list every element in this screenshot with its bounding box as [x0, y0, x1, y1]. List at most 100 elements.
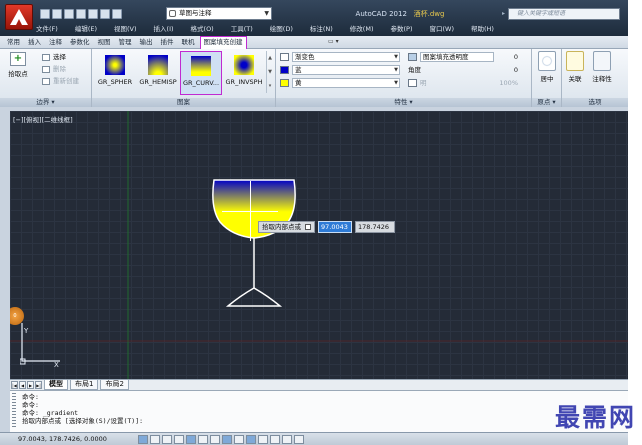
command-history-line: 命令: _gradient: [22, 409, 79, 417]
menu-parametric[interactable]: 参数(P): [390, 23, 412, 35]
dynamic-input-y[interactable]: 178.7426: [355, 221, 395, 233]
tab-insert[interactable]: 插入: [25, 36, 44, 49]
boundary-panel-title[interactable]: 边界 ▾: [0, 98, 91, 107]
gradient-color1-dropdown[interactable]: 蓝 ▼: [292, 65, 400, 75]
transparency-value[interactable]: 0: [496, 52, 518, 62]
search-input[interactable]: 键入关键字或短语: [502, 8, 620, 20]
pattern-panel-title: 图案: [92, 98, 275, 107]
menu-dimension[interactable]: 标注(N): [310, 23, 333, 35]
save-as-icon[interactable]: [76, 9, 86, 19]
axis-lines: [10, 111, 628, 379]
menu-draw[interactable]: 绘图(D): [270, 23, 293, 35]
tint-row: 明: [408, 78, 427, 88]
menu-window[interactable]: 窗口(W): [429, 23, 454, 35]
pattern-scroll[interactable]: ▲ ▼ ▾: [266, 51, 273, 93]
menu-insert[interactable]: 插入(I): [154, 23, 174, 35]
color2-swatch-icon: [280, 79, 289, 87]
remove-boundaries-button[interactable]: 删除: [42, 65, 66, 74]
tab-hatch-creation[interactable]: 图案填充创建: [199, 36, 247, 49]
print-icon[interactable]: [88, 9, 98, 19]
center-origin-button[interactable]: 居中: [537, 51, 557, 83]
coordinate-readout[interactable]: 97.0043, 178.7426, 0.0000: [18, 435, 107, 443]
command-grip[interactable]: [12, 393, 16, 429]
next-tab-icon[interactable]: ▶: [27, 381, 34, 389]
first-tab-icon[interactable]: |◀: [11, 381, 18, 389]
hatch-type-dropdown[interactable]: 渐变色 ▼: [292, 52, 400, 62]
open-file-icon[interactable]: [52, 9, 62, 19]
pattern-label: GR_CURV...: [182, 79, 220, 87]
workspace-value: 草图与注释: [179, 9, 212, 17]
hatch-type-value: 渐变色: [295, 53, 315, 61]
save-icon[interactable]: [64, 9, 74, 19]
snap-icon[interactable]: [150, 435, 160, 444]
gradient-color2-dropdown[interactable]: 黄 ▼: [292, 78, 400, 88]
select-objects-button[interactable]: 选择: [42, 53, 66, 62]
workspace-dropdown[interactable]: 草图与注释 ▼: [166, 7, 272, 20]
osnap-icon[interactable]: [198, 435, 208, 444]
layout-tab-bar: |◀ ◀ ▶ ▶| 模型 布局1 布局2: [10, 379, 628, 390]
last-tab-icon[interactable]: ▶|: [35, 381, 42, 389]
ducs-icon[interactable]: [234, 435, 244, 444]
pattern-swatch: [105, 55, 125, 75]
command-line[interactable]: 命令: 命令: 命令: _gradient 拾取内部点或 [选择对象(S)/设置…: [10, 390, 628, 432]
menu-view[interactable]: 视图(V): [114, 23, 137, 35]
dynamic-input-x[interactable]: 97.0043: [318, 221, 352, 233]
pattern-gr-invsph[interactable]: GR_INVSPH: [223, 51, 265, 93]
menu-edit[interactable]: 编辑(E): [75, 23, 97, 35]
menu-file[interactable]: 文件(F): [36, 23, 58, 35]
tab-online[interactable]: 联机: [179, 36, 198, 49]
menu-modify[interactable]: 修改(M): [350, 23, 374, 35]
tab-layout2[interactable]: 布局2: [100, 380, 129, 390]
pick-points-button[interactable]: + 拾取点: [4, 52, 32, 78]
undo-icon[interactable]: [100, 9, 110, 19]
properties-panel-title[interactable]: 特性 ▾: [276, 98, 531, 107]
file-name: 酒杯.dwg: [413, 10, 445, 18]
otrack-icon[interactable]: [222, 435, 232, 444]
menu-help[interactable]: 帮助(H): [471, 23, 494, 35]
tab-model[interactable]: 模型: [44, 380, 68, 390]
transparency-icon[interactable]: [270, 435, 280, 444]
associative-button[interactable]: 关联: [565, 51, 585, 83]
tab-layout1[interactable]: 布局1: [70, 380, 99, 390]
application-menu-button[interactable]: [5, 4, 33, 30]
dynamic-input-icon[interactable]: [246, 435, 256, 444]
chevron-down-icon: ▼: [394, 54, 398, 60]
annotative-button[interactable]: 注释性: [589, 51, 615, 83]
3d-osnap-icon[interactable]: [210, 435, 220, 444]
options-panel-title[interactable]: 选项: [562, 98, 628, 107]
grid-icon[interactable]: [162, 435, 172, 444]
selection-cycling-icon[interactable]: [294, 435, 304, 444]
transparency-dropdown[interactable]: 图案填充透明度: [420, 52, 494, 62]
redo-icon[interactable]: [112, 9, 122, 19]
pattern-gr-hemisp[interactable]: GR_HEMISP: [137, 51, 179, 93]
ribbon-minimize-toggle[interactable]: ▭ ▾: [328, 38, 339, 45]
tab-output[interactable]: 输出: [137, 36, 156, 49]
angle-value[interactable]: 0: [496, 65, 518, 75]
tab-manage[interactable]: 管理: [116, 36, 135, 49]
lineweight-icon[interactable]: [258, 435, 268, 444]
menu-format[interactable]: 格式(O): [191, 23, 214, 35]
transparency-icon: [408, 53, 417, 61]
tab-home[interactable]: 常用: [4, 36, 23, 49]
drawing-area[interactable]: [−][俯视][二维线框] 拾取内部点或 97.0043 178.7426 0 …: [10, 111, 628, 379]
pattern-label: GR_SPHER: [97, 78, 133, 86]
tab-view[interactable]: 视图: [95, 36, 114, 49]
prev-tab-icon[interactable]: ◀: [19, 381, 26, 389]
command-prompt[interactable]: 拾取内部点或 [选择对象(S)/设置(T)]:: [22, 417, 628, 425]
options-arrow-icon[interactable]: [305, 224, 311, 230]
infer-constraints-icon[interactable]: [138, 435, 148, 444]
recreate-boundary-button[interactable]: 重新创建: [42, 77, 79, 86]
new-file-icon[interactable]: [40, 9, 50, 19]
tab-parametric[interactable]: 参数化: [67, 36, 93, 49]
tab-plugins[interactable]: 插件: [158, 36, 177, 49]
tint-value[interactable]: 100%: [496, 78, 518, 88]
pattern-gr-curved[interactable]: GR_CURV...: [180, 51, 222, 95]
polar-icon[interactable]: [186, 435, 196, 444]
ortho-icon[interactable]: [174, 435, 184, 444]
quick-properties-icon[interactable]: [282, 435, 292, 444]
menu-tools[interactable]: 工具(T): [231, 23, 253, 35]
tab-annotate[interactable]: 注释: [46, 36, 65, 49]
origin-panel-title[interactable]: 原点 ▾: [532, 98, 561, 107]
pattern-swatch: [191, 56, 211, 76]
pattern-gr-spher[interactable]: GR_SPHER: [94, 51, 136, 93]
